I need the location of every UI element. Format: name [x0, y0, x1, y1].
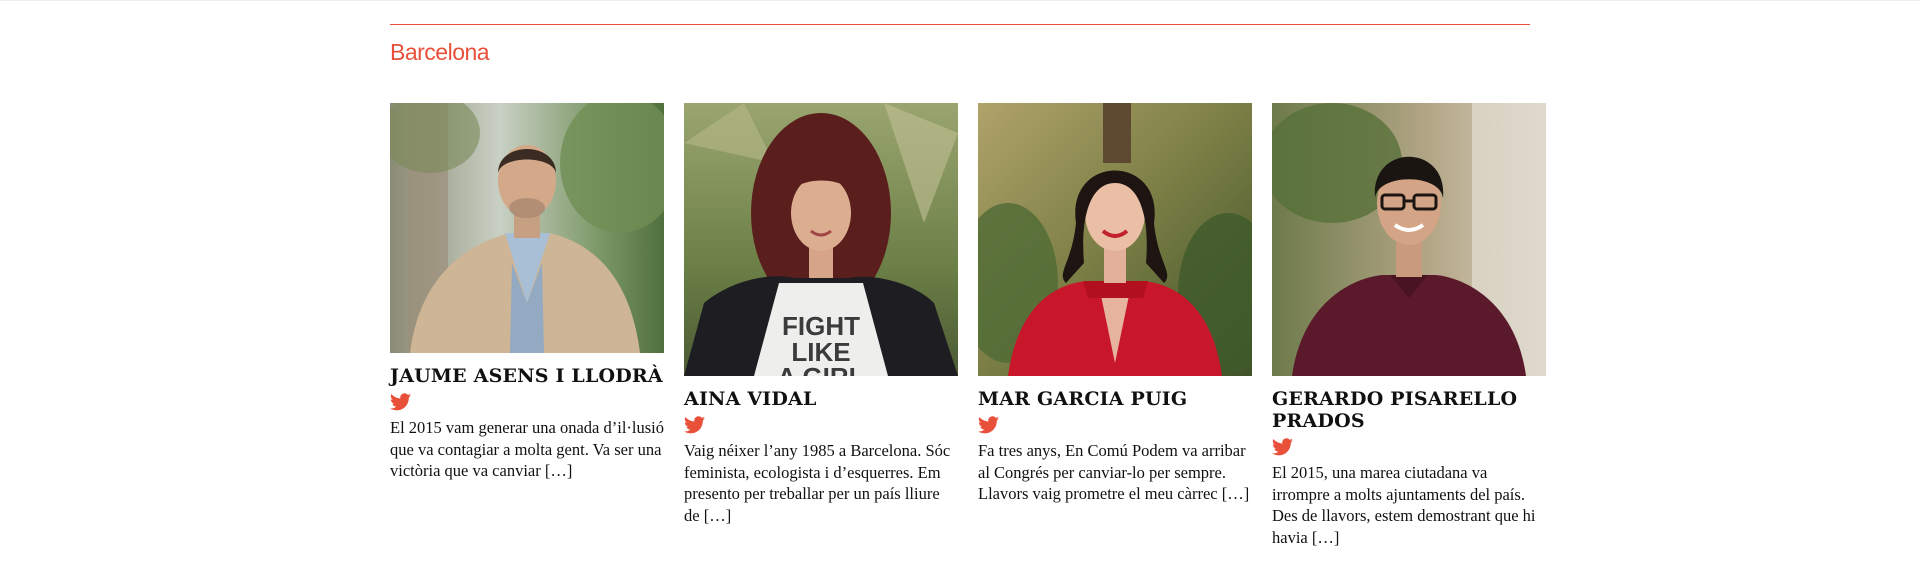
candidate-photo[interactable]: FIGHT LIKE A GIRL: [684, 103, 958, 376]
candidate-bio: Fa tres anys, En Comú Podem va arribar a…: [978, 440, 1252, 505]
twitter-icon[interactable]: [1272, 438, 1293, 456]
page-top-border: [0, 0, 1920, 1]
candidate-card: GERARDO PISARELLO PRADOS El 2015, una ma…: [1272, 103, 1546, 548]
candidate-bio: Vaig néixer l’any 1985 a Barcelona. Sóc …: [684, 440, 958, 526]
section-divider: [390, 24, 1530, 25]
read-more-link[interactable]: […]: [1222, 484, 1250, 503]
twitter-icon[interactable]: [684, 416, 705, 434]
candidate-name[interactable]: MAR GARCIA PUIG: [978, 388, 1252, 410]
candidate-name[interactable]: AINA VIDAL: [684, 388, 958, 410]
candidate-photo[interactable]: [978, 103, 1252, 376]
candidate-card: FIGHT LIKE A GIRL AINA VIDAL Vaig néixer…: [684, 103, 958, 526]
twitter-icon[interactable]: [978, 416, 999, 434]
twitter-icon[interactable]: [390, 393, 411, 411]
read-more-link[interactable]: […]: [545, 461, 573, 480]
read-more-link[interactable]: […]: [704, 506, 732, 525]
candidate-name[interactable]: GERARDO PISARELLO PRADOS: [1272, 388, 1546, 432]
section-title-link[interactable]: Barcelona: [390, 39, 490, 66]
candidate-card: JAUME ASENS I LLODRÀ El 2015 vam generar…: [390, 103, 664, 482]
bio-text: El 2015 vam generar una onada d’il·lusió…: [390, 418, 664, 480]
candidate-photo[interactable]: [1272, 103, 1546, 376]
candidate-bio: El 2015 vam generar una onada d’il·lusió…: [390, 417, 664, 482]
candidate-card: MAR GARCIA PUIG Fa tres anys, En Comú Po…: [978, 103, 1252, 505]
candidate-bio: El 2015, una marea ciutadana va irrompre…: [1272, 462, 1546, 548]
read-more-link[interactable]: […]: [1312, 528, 1340, 547]
shirt-line-3: A GIRL: [777, 362, 864, 376]
bio-text: Fa tres anys, En Comú Podem va arribar a…: [978, 441, 1246, 503]
candidate-photo[interactable]: [390, 103, 664, 353]
candidate-name[interactable]: JAUME ASENS I LLODRÀ: [390, 365, 664, 387]
